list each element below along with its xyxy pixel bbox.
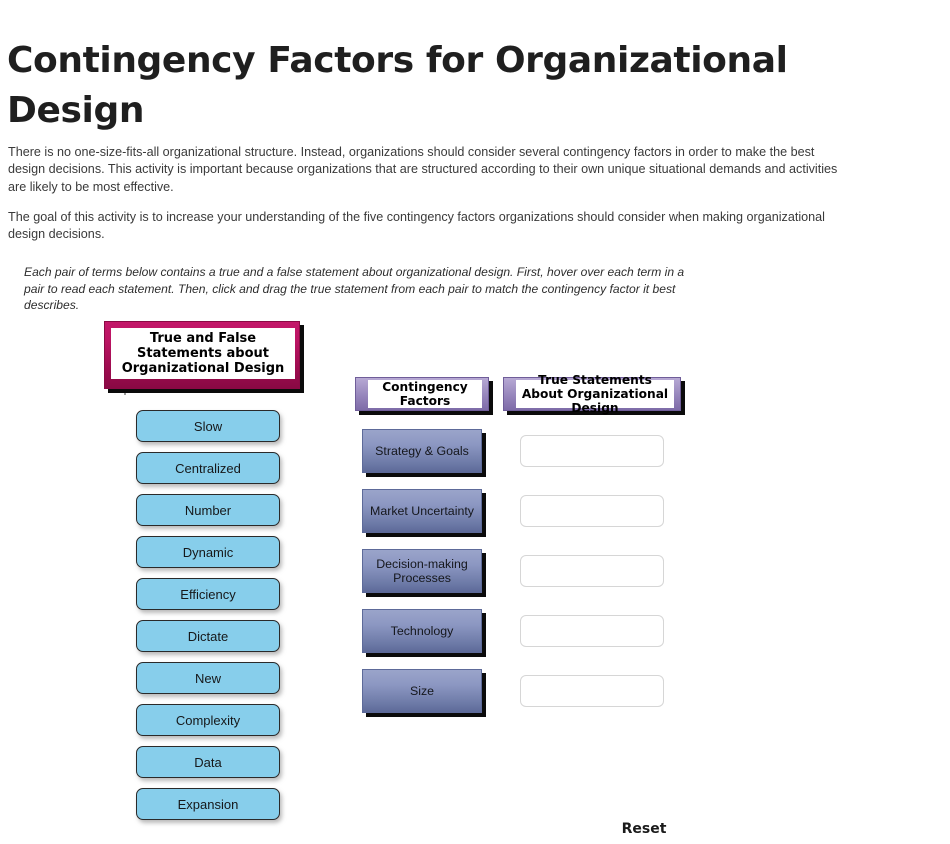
source-bank-header-label: True and False Statements about Organiza…: [111, 328, 295, 379]
match-row: Strategy & Goals: [0, 429, 950, 489]
statement-drop-zone[interactable]: [520, 495, 664, 527]
source-bank-header: True and False Statements about Organiza…: [104, 321, 300, 389]
statement-drop-zone[interactable]: [520, 555, 664, 587]
draggable-term[interactable]: Data: [136, 746, 280, 778]
contingency-factor-box: Decision-making Processes: [362, 549, 482, 593]
match-row: Technology: [0, 609, 950, 669]
contingency-factor-box: Strategy & Goals: [362, 429, 482, 473]
intro-paragraph-1: There is no one-size-fits-all organizati…: [8, 144, 838, 194]
match-row: Market Uncertainty: [0, 489, 950, 549]
page-title: Contingency Factors for Organizational D…: [7, 40, 788, 132]
statement-drop-zone[interactable]: [520, 615, 664, 647]
true-statements-header: True Statements About Organizational Des…: [503, 373, 681, 415]
contingency-factors-header-label: Contingency Factors: [368, 380, 482, 408]
true-statements-header-label: True Statements About Organizational Des…: [516, 373, 674, 415]
match-row: Size: [0, 669, 950, 729]
contingency-factor-box: Technology: [362, 609, 482, 653]
match-grid: Strategy & Goals Market Uncertainty Deci…: [0, 429, 950, 729]
reset-button[interactable]: Reset: [596, 814, 692, 844]
contingency-factor-box: Market Uncertainty: [362, 489, 482, 533]
bank-header-decoration-dot: [124, 393, 126, 395]
statement-drop-zone[interactable]: [520, 435, 664, 467]
activity-instructions: Each pair of terms below contains a true…: [24, 265, 685, 313]
contingency-factor-box: Size: [362, 669, 482, 713]
draggable-term[interactable]: Expansion: [136, 788, 280, 820]
contingency-factors-header: Contingency Factors: [355, 377, 489, 411]
match-row: Decision-making Processes: [0, 549, 950, 609]
statement-drop-zone[interactable]: [520, 675, 664, 707]
intro-paragraph-2: The goal of this activity is to increase…: [8, 209, 825, 242]
